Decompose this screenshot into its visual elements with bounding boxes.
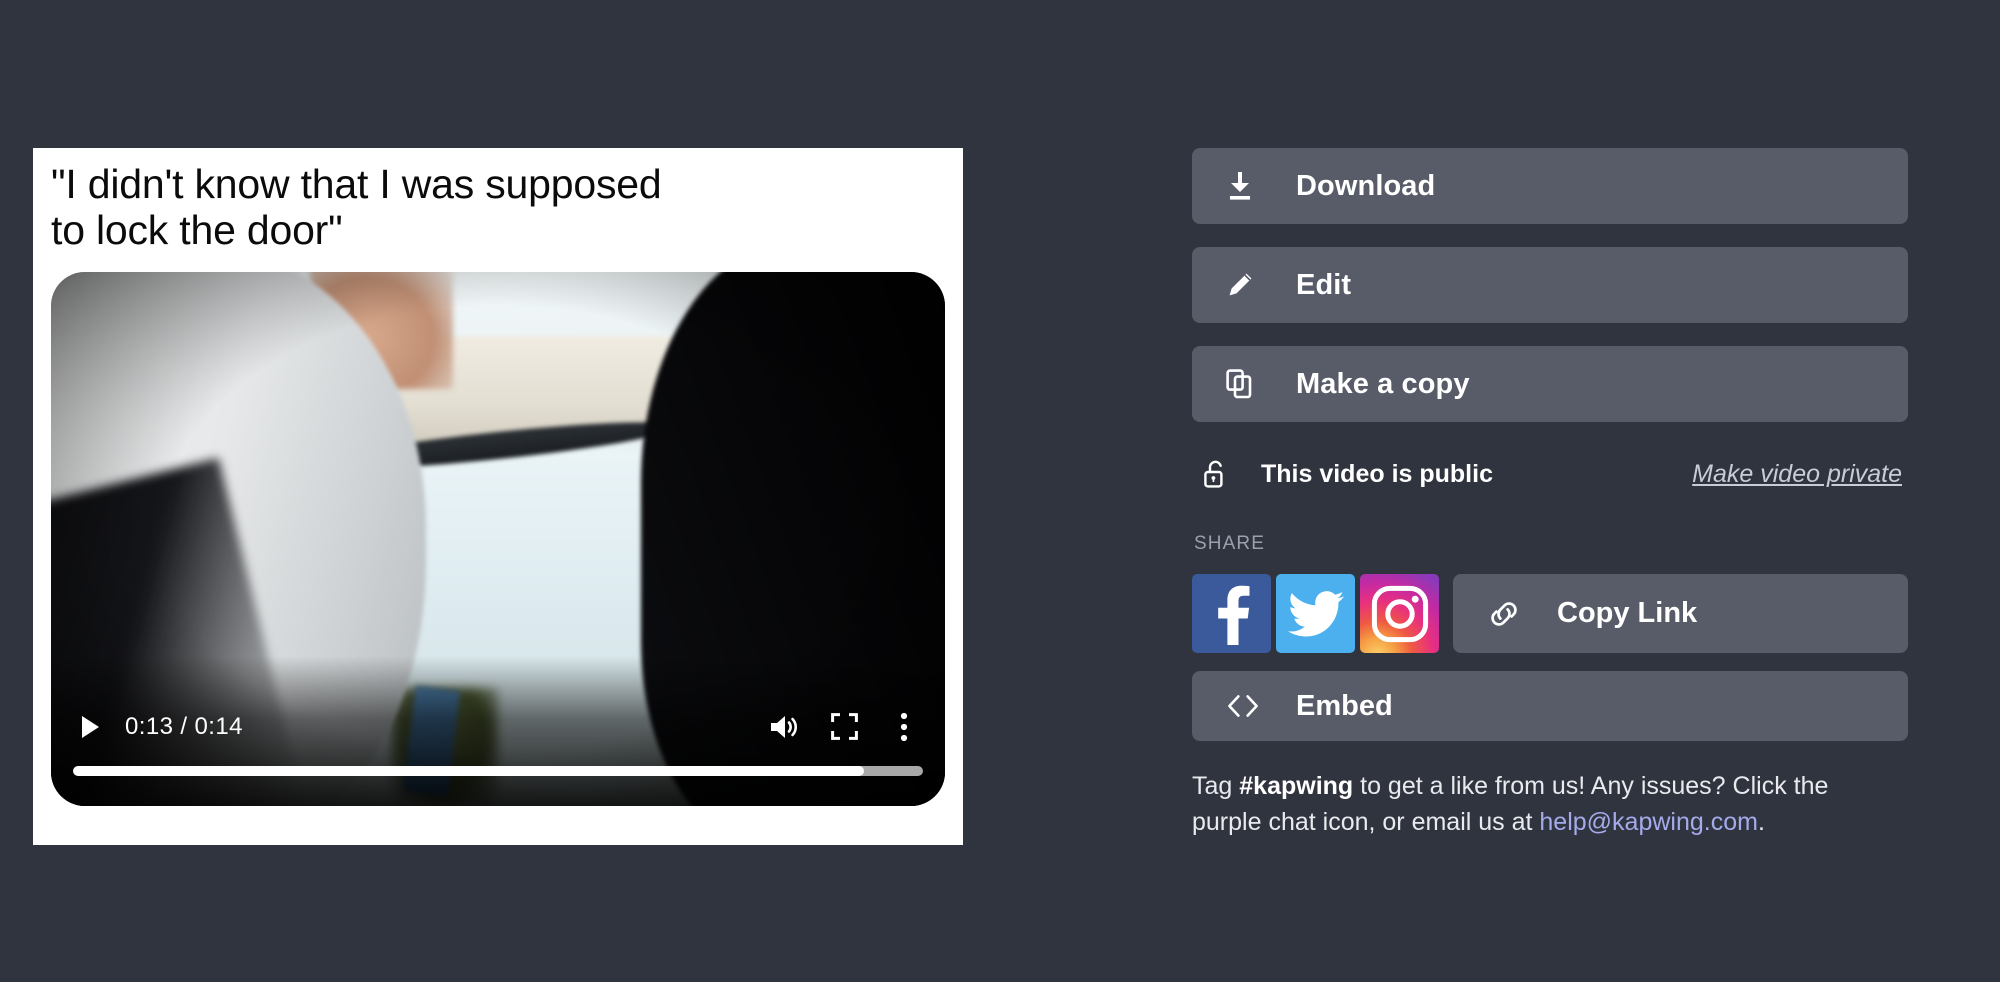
player-controls: 0:13 / 0:14 xyxy=(51,704,945,750)
share-page: "I didn't know that I was supposed to lo… xyxy=(0,0,2000,982)
video-preview-card: "I didn't know that I was supposed to lo… xyxy=(33,148,963,845)
download-button[interactable]: Download xyxy=(1192,148,1908,224)
make-a-copy-button[interactable]: Make a copy xyxy=(1192,346,1908,422)
volume-icon xyxy=(771,715,797,738)
share-twitter-button[interactable] xyxy=(1276,574,1355,653)
fullscreen-button[interactable] xyxy=(823,708,865,746)
download-icon xyxy=(1226,171,1260,201)
pencil-icon xyxy=(1226,271,1260,299)
link-icon xyxy=(1487,599,1521,629)
play-button[interactable] xyxy=(73,710,107,744)
facebook-icon xyxy=(1217,585,1249,645)
action-panel: Download Edit Make a copy This video is … xyxy=(1192,148,1908,840)
edit-label: Edit xyxy=(1296,268,1352,301)
video-caption: "I didn't know that I was supposed to lo… xyxy=(51,161,662,253)
unlocked-padlock-icon xyxy=(1203,459,1233,489)
edit-button[interactable]: Edit xyxy=(1192,247,1908,323)
time-display: 0:13 / 0:14 xyxy=(125,712,243,740)
make-a-copy-label: Make a copy xyxy=(1296,367,1470,400)
twitter-icon xyxy=(1287,590,1344,636)
footer-text-after: . xyxy=(1757,807,1765,836)
footer-text-before: Tag xyxy=(1192,772,1240,800)
privacy-status-row: This video is public Make video private xyxy=(1192,445,1908,503)
share-instagram-button[interactable] xyxy=(1360,574,1439,653)
share-section-label: SHARE xyxy=(1194,533,1265,554)
video-player[interactable]: 0:13 / 0:14 xyxy=(51,271,945,806)
code-brackets-icon xyxy=(1226,693,1260,719)
copy-link-label: Copy Link xyxy=(1557,597,1698,629)
download-label: Download xyxy=(1296,169,1436,202)
copy-icon xyxy=(1226,369,1260,399)
support-email-link[interactable]: help@kapwing.com xyxy=(1539,808,1758,836)
embed-button[interactable]: Embed xyxy=(1192,671,1908,741)
instagram-icon xyxy=(1371,585,1428,642)
footer-hashtag: #kapwing xyxy=(1239,772,1354,800)
more-options-icon xyxy=(900,712,908,741)
play-icon xyxy=(81,715,99,738)
privacy-status-text: This video is public xyxy=(1261,459,1493,488)
volume-button[interactable] xyxy=(763,708,805,746)
fullscreen-icon xyxy=(830,713,858,741)
more-options-button[interactable] xyxy=(883,708,925,746)
share-row: Copy Link xyxy=(1192,574,1908,653)
copy-link-button[interactable]: Copy Link xyxy=(1453,574,1908,653)
embed-label: Embed xyxy=(1296,689,1393,722)
footer-help-text: Tag #kapwing to get a like from us! Any … xyxy=(1192,769,1892,840)
share-facebook-button[interactable] xyxy=(1192,574,1271,653)
make-video-private-link[interactable]: Make video private xyxy=(1692,460,1908,489)
progress-bar-fill xyxy=(73,765,864,776)
progress-bar[interactable] xyxy=(73,765,923,776)
